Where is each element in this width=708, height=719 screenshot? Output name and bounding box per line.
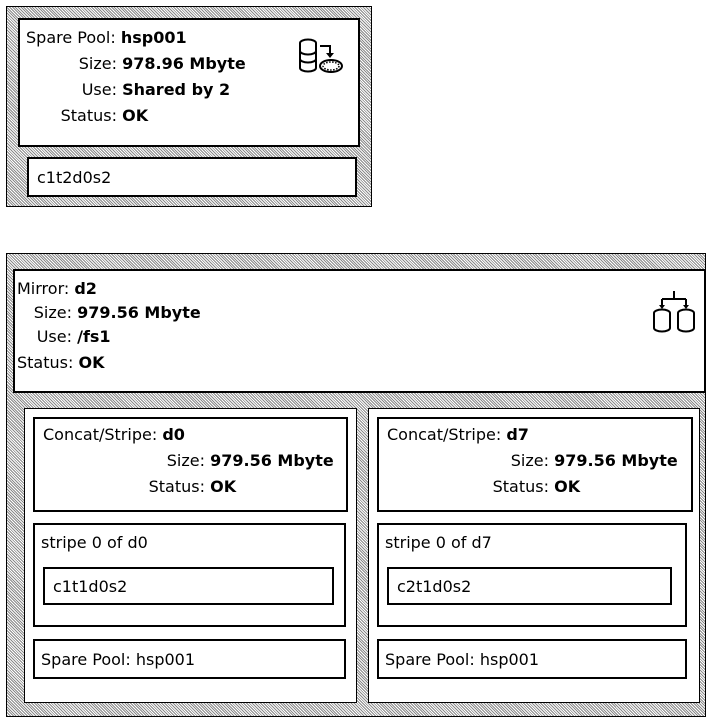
concat-stripe-name: d0 <box>162 425 185 444</box>
spare-pool-name: hsp001 <box>120 28 187 47</box>
slice-box[interactable]: c1t1d0s2 <box>43 567 334 605</box>
use-value: Shared by 2 <box>122 80 231 99</box>
stripe-title: stripe 0 of d7 <box>385 533 492 552</box>
cs-size-label: Size: <box>166 451 205 470</box>
mirror-use-label: Use: <box>36 327 72 346</box>
mirror-size-label: Size: <box>33 303 72 322</box>
spare-pool-ref: Spare Pool: hsp001 <box>385 650 540 669</box>
slice-label: c2t1d0s2 <box>397 577 472 596</box>
status-label: Status: <box>60 106 117 125</box>
mirror-icon <box>653 291 695 333</box>
hot-spare-pool-icon <box>299 38 343 73</box>
spare-pool-box-d0[interactable]: Spare Pool: hsp001 <box>33 639 346 679</box>
submirror-panel-d7[interactable]: Concat/Stripe: d7 Size: 979.56 Mbyte Sta… <box>368 408 700 703</box>
stripe-box-d7[interactable]: stripe 0 of d7 c2t1d0s2 <box>377 523 687 627</box>
concat-stripe-info-d0[interactable]: Concat/Stripe: d0 Size: 979.56 Mbyte Sta… <box>33 417 348 512</box>
mirror-size-value: 979.56 Mbyte <box>77 303 201 322</box>
spare-pool-ref: Spare Pool: hsp001 <box>41 650 196 669</box>
slice-box[interactable]: c2t1d0s2 <box>387 567 672 605</box>
concat-stripe-label: Concat/Stripe: <box>43 425 158 444</box>
concat-stripe-info-d7[interactable]: Concat/Stripe: d7 Size: 979.56 Mbyte Sta… <box>377 417 693 512</box>
cs-status-value: OK <box>210 477 237 496</box>
stripe-box-d0[interactable]: stripe 0 of d0 c1t1d0s2 <box>33 523 346 627</box>
cs-size-value: 979.56 Mbyte <box>554 451 678 470</box>
size-label: Size: <box>78 54 117 73</box>
submirror-panel-d0[interactable]: Concat/Stripe: d0 Size: 979.56 Mbyte Sta… <box>24 408 357 703</box>
mirror-name: d2 <box>74 279 97 298</box>
spare-pool-slice[interactable]: c1t2d0s2 <box>27 157 357 197</box>
mirror-label: Mirror: <box>17 279 70 298</box>
spare-pool-label: Spare Pool: <box>26 28 116 47</box>
concat-stripe-name: d7 <box>506 425 529 444</box>
mirror-status-label: Status: <box>17 353 74 372</box>
slice-label: c1t1d0s2 <box>53 577 128 596</box>
cs-size-label: Size: <box>510 451 549 470</box>
cs-size-value: 979.56 Mbyte <box>210 451 334 470</box>
stripe-title: stripe 0 of d0 <box>41 533 148 552</box>
size-value: 978.96 Mbyte <box>122 54 246 73</box>
cs-status-label: Status: <box>492 477 549 496</box>
mirror-info-box[interactable]: Mirror: d2 Size: 979.56 Mbyte Use: /fs1 … <box>13 269 706 393</box>
slice-label: c1t2d0s2 <box>37 168 112 187</box>
status-value: OK <box>122 106 149 125</box>
cs-status-label: Status: <box>148 477 205 496</box>
mirror-use-value: /fs1 <box>77 327 111 346</box>
cs-status-value: OK <box>554 477 581 496</box>
spare-pool-box-d7[interactable]: Spare Pool: hsp001 <box>377 639 687 679</box>
concat-stripe-label: Concat/Stripe: <box>387 425 502 444</box>
use-label: Use: <box>81 80 117 99</box>
spare-pool-info-box[interactable]: Spare Pool: hsp001 Size: 978.96 Mbyte Us… <box>18 18 360 147</box>
mirror-status-value: OK <box>78 353 105 372</box>
